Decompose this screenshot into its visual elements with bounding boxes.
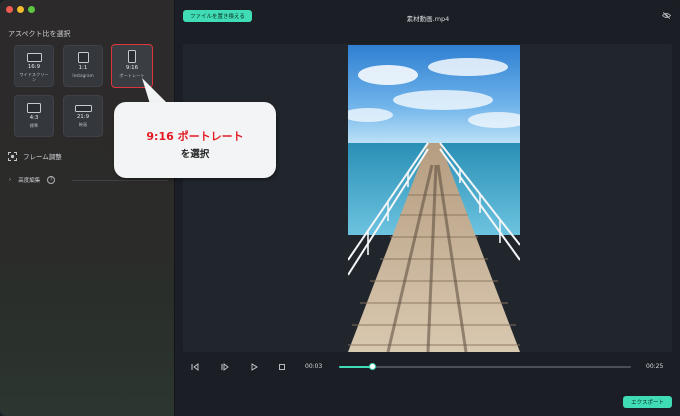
- advanced-edit-label: 高度編集: [18, 178, 41, 184]
- ratio-label: 21:9: [76, 114, 90, 120]
- ratio-label: 1:1: [78, 65, 88, 71]
- help-icon[interactable]: ?: [47, 176, 56, 184]
- zoom-window-button[interactable]: [28, 6, 35, 13]
- widescreen-shape-icon: [26, 53, 42, 62]
- step-forward-icon[interactable]: [220, 362, 230, 372]
- window-controls: [6, 6, 35, 13]
- ratio-description: 映画: [78, 121, 88, 127]
- minimize-window-button[interactable]: [17, 6, 24, 13]
- portrait-shape-icon: [128, 50, 136, 63]
- timeline-progress: [339, 366, 373, 368]
- square-shape-icon: [77, 52, 89, 63]
- ratio-option-21-9[interactable]: 21:9 映画: [63, 95, 103, 137]
- export-button[interactable]: エクスポート: [623, 396, 672, 408]
- stop-icon[interactable]: [277, 362, 287, 372]
- video-preview-image: [348, 45, 520, 352]
- step-back-icon[interactable]: [190, 362, 200, 372]
- ratio-description: 標準: [29, 122, 39, 128]
- callout-subtitle: を選択: [180, 149, 210, 160]
- frame-adjust-icon: [8, 151, 17, 161]
- ratio-label: 9:16: [125, 65, 139, 71]
- cinema-shape-icon: [74, 105, 92, 112]
- divider: [72, 180, 168, 181]
- top-bar: ファイルを置き換える 素材動画.mp4: [176, 0, 680, 32]
- ratio-description: Instagram: [72, 72, 94, 78]
- frame-adjust-label: フレーム調整: [23, 153, 62, 161]
- ratio-option-1-1[interactable]: 1:1 Instagram: [63, 45, 103, 87]
- main-panel: ファイルを置き換える 素材動画.mp4 00:03 00:25 エクスポート: [176, 0, 680, 416]
- aspect-ratio-section-title: アスペクト比を選択: [8, 30, 71, 38]
- ratio-description: ポートレート: [119, 72, 145, 78]
- ratio-option-4-3[interactable]: 4:3 標準: [14, 95, 54, 137]
- eye-off-icon[interactable]: [662, 12, 671, 19]
- total-time: 00:25: [646, 363, 664, 370]
- sidebar: アスペクト比を選択 16:9 ワイドスクリーン 1:1 Instagram 9:…: [0, 0, 175, 416]
- ratio-label: 4:3: [29, 115, 39, 121]
- standard-shape-icon: [27, 103, 41, 113]
- preview-stage: [183, 44, 672, 352]
- play-icon[interactable]: [249, 362, 259, 372]
- close-window-button[interactable]: [6, 6, 13, 13]
- ratio-label: 16:9: [27, 64, 41, 70]
- ratio-option-16-9[interactable]: 16:9 ワイドスクリーン: [14, 45, 54, 87]
- app-window: アスペクト比を選択 16:9 ワイドスクリーン 1:1 Instagram 9:…: [0, 0, 680, 416]
- file-title: 素材動画.mp4: [406, 15, 450, 23]
- playback-controls: 00:03 00:25: [176, 356, 680, 378]
- callout-title: 9:16 ポートレート: [146, 130, 244, 143]
- timeline-handle[interactable]: [369, 363, 377, 370]
- timeline-slider[interactable]: [339, 363, 631, 370]
- advanced-edit-row[interactable]: › 高度編集 ?: [9, 176, 56, 184]
- chevron-right-icon: ›: [9, 177, 12, 183]
- annotation-callout: 9:16 ポートレート を選択: [110, 78, 276, 180]
- frame-adjust-row[interactable]: フレーム調整: [8, 151, 62, 161]
- ratio-description: ワイドスクリーン: [19, 71, 49, 82]
- current-time: 00:03: [305, 363, 323, 370]
